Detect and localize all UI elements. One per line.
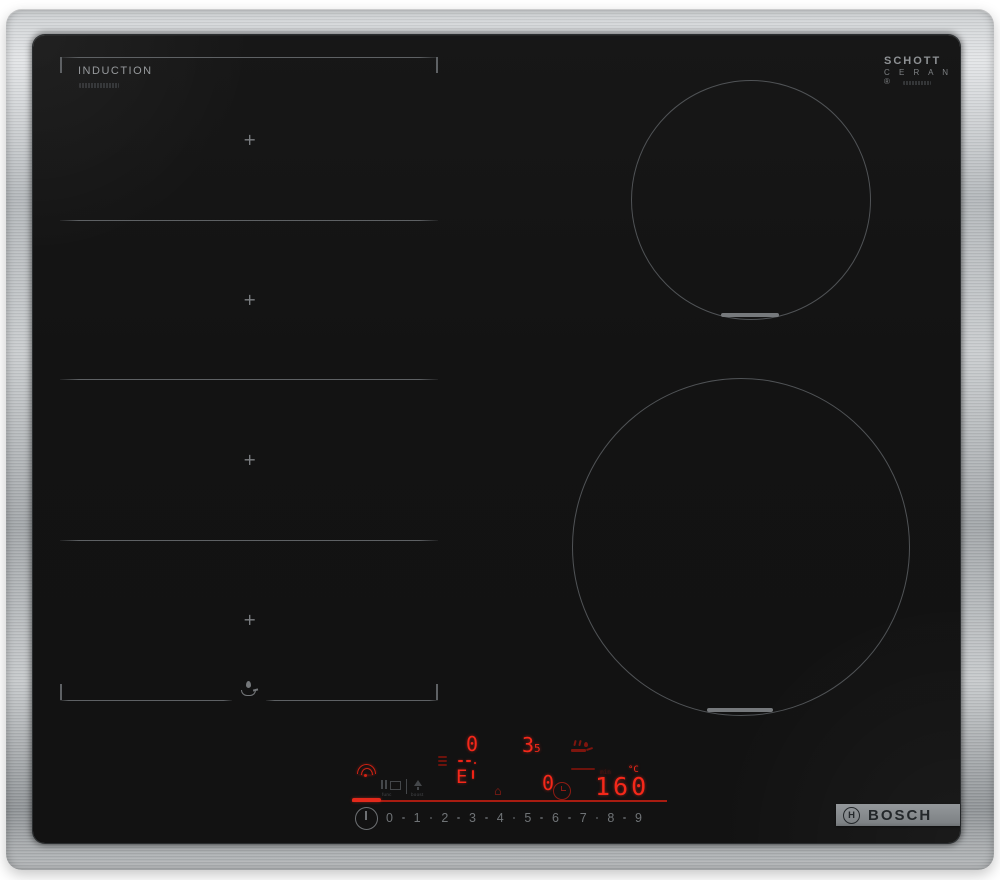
flex-zone-top-bracket (60, 57, 438, 58)
flex-zone-divider-2 (60, 379, 438, 380)
bosch-badge: H BOSCH (836, 804, 960, 826)
move-mode-icon[interactable] (385, 780, 387, 789)
ceramic-glass-surface: INDUCTION + + + + SCHOTT C E R A N ® (33, 35, 960, 843)
frying-sensor-icon[interactable] (570, 740, 596, 760)
rear-flex-zone-display: 35 (522, 733, 541, 757)
divider (406, 779, 407, 794)
clock-hand (561, 790, 566, 792)
selector-dot (568, 817, 571, 820)
schott-text: SCHOTT (884, 55, 960, 67)
induction-fine-print (79, 83, 119, 88)
pan-icon (571, 749, 586, 752)
func-key-label[interactable]: func (382, 792, 392, 797)
induction-label: INDUCTION (78, 65, 153, 77)
bosch-emblem-icon: H (843, 807, 860, 824)
selector-dot (430, 817, 433, 820)
drop-icon (246, 681, 251, 688)
steam-icon (573, 740, 576, 746)
selector-dot (596, 817, 599, 820)
power-level-selector: 0 1 2 3 4 5 6 7 8 9 (386, 810, 642, 826)
move-mode-icon[interactable] (381, 780, 383, 789)
pan-handle-icon (586, 746, 593, 750)
temperature-display: 160 (595, 772, 649, 801)
flex-zone-divider-3 (60, 540, 438, 541)
pan-position-cross-2: + (243, 294, 256, 306)
flex-zone-bottom-bracket-right (266, 700, 438, 701)
home-icon: ⌂ (494, 784, 502, 798)
selector-dot (540, 817, 543, 820)
steam-icon (578, 740, 581, 746)
flex-zone-bottom-bracket-left (60, 700, 232, 701)
bosch-wordmark: BOSCH (868, 807, 932, 824)
boost-key-label[interactable]: boost (411, 792, 424, 797)
drop-icon (584, 742, 588, 747)
level-decimal: 5 (534, 742, 541, 755)
level-key-0[interactable]: 0 (386, 811, 393, 825)
selector-dot (457, 817, 460, 820)
flex-zone-pan-sensor-icon (240, 681, 258, 699)
stainless-steel-frame: INDUCTION + + + + SCHOTT C E R A N ® (6, 9, 994, 870)
boost-icon-stem[interactable] (417, 787, 419, 790)
rear-right-cooking-zone (631, 80, 871, 320)
power-button[interactable] (355, 807, 378, 830)
selector-dot (623, 817, 626, 820)
power-icon (365, 811, 367, 820)
pan-position-cross-1: + (243, 134, 256, 146)
flex-indicator-letter: E (456, 766, 467, 788)
flex-zone-bottom-bracket-left-tick (60, 684, 62, 700)
level-key-2[interactable]: 2 (441, 811, 448, 825)
rear-right-zone-notch (721, 313, 779, 317)
level-key-5[interactable]: 5 (524, 811, 531, 825)
pan-position-cross-4: + (243, 614, 256, 626)
power-key-highlight (352, 798, 381, 802)
boost-icon[interactable] (414, 780, 422, 786)
pan-top-icon[interactable] (390, 781, 401, 790)
menu-bars-indicator (438, 756, 447, 769)
wifi-dot (364, 774, 367, 777)
flex-zone-top-bracket-right-tick (436, 57, 438, 73)
level-key-7[interactable]: 7 (580, 811, 587, 825)
pan-position-cross-3: + (243, 454, 256, 466)
flex-zone-top-bracket-left-tick (60, 57, 62, 73)
flex-mode-indicator: E (456, 760, 482, 796)
flex-zone-bottom-bracket-right-tick (436, 684, 438, 700)
front-right-cooking-zone (572, 378, 910, 716)
level-key-8[interactable]: 8 (607, 811, 614, 825)
selector-dot (513, 817, 516, 820)
level-key-1[interactable]: 1 (414, 811, 421, 825)
sensor-divider-dash (571, 768, 595, 770)
level-key-4[interactable]: 4 (497, 811, 504, 825)
control-panel-underline (352, 800, 667, 802)
level-integer: 3 (522, 733, 534, 757)
selector-dot (402, 817, 405, 820)
level-key-3[interactable]: 3 (469, 811, 476, 825)
selector-dot (485, 817, 488, 820)
timer-clock-icon[interactable] (553, 782, 571, 800)
front-flex-zone-display: 0 (466, 732, 478, 756)
flex-zone-divider-1 (60, 220, 438, 221)
level-key-9[interactable]: 9 (635, 811, 642, 825)
level-key-6[interactable]: 6 (552, 811, 559, 825)
front-right-zone-notch (707, 708, 773, 712)
function-keys-group: func boost (381, 779, 445, 799)
ceran-fine-print (903, 81, 931, 85)
wifi-icon (357, 764, 374, 778)
